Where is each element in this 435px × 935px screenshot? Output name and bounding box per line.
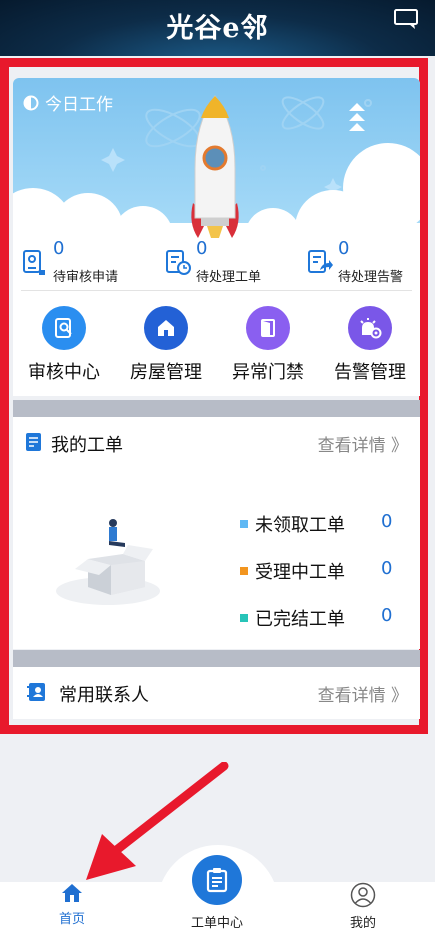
today-title-text: 今日工作 <box>45 95 113 115</box>
user-icon <box>350 882 376 908</box>
home-icon <box>62 884 82 902</box>
half-circle-icon <box>23 95 39 110</box>
today-stats: 0 待审核申请 0 待处理工单 0 待处理告警 <box>13 238 420 288</box>
nav-home[interactable]: 首页 <box>40 882 104 927</box>
my-orders-header: 我的工单 查看详情 》 <box>13 417 420 467</box>
house-icon <box>144 306 188 350</box>
section-separator <box>13 650 420 667</box>
abnormal-door-button[interactable]: 异常门禁 <box>217 303 319 384</box>
order-finished-row[interactable]: 已完结工单 0 <box>238 605 418 652</box>
stat-count: 0 <box>53 238 65 259</box>
stat-pending-order[interactable]: 0 待处理工单 <box>156 238 291 288</box>
workorder-center-button[interactable] <box>192 855 242 905</box>
alarm-gear-icon <box>348 306 392 350</box>
empty-box-illustration <box>56 519 160 605</box>
audit-center-label: 审核中心 <box>28 362 100 383</box>
door-icon <box>246 306 290 350</box>
clock-doc-icon <box>166 250 191 275</box>
contacts-title: 常用联系人 <box>59 685 149 706</box>
order-status-list: 未领取工单 0 受理中工单 0 已完结工单 0 <box>238 511 418 652</box>
alarm-manage-button[interactable]: 告警管理 <box>319 303 420 384</box>
audit-center-button[interactable]: 审核中心 <box>13 303 115 384</box>
order-status-label: 受理中工单 <box>255 562 345 583</box>
message-icon[interactable] <box>393 8 419 30</box>
divider <box>21 290 412 291</box>
rocket-up-icon <box>349 103 365 131</box>
order-status-count: 0 <box>381 605 393 626</box>
quick-actions: 审核中心 房屋管理 异常门禁 告警管理 <box>13 303 420 383</box>
order-status-count: 0 <box>381 511 393 532</box>
section-separator <box>13 400 420 417</box>
app-header: 光谷e邻 <box>0 0 435 56</box>
search-doc-icon <box>42 306 86 350</box>
stat-pending-audit[interactable]: 0 待审核申请 <box>13 238 148 288</box>
nav-home-label: 首页 <box>58 912 85 927</box>
today-title: 今日工作 <box>23 90 113 115</box>
order-status-count: 0 <box>381 558 393 579</box>
house-manage-label: 房屋管理 <box>130 362 202 383</box>
audit-doc-icon <box>23 250 45 275</box>
stat-label: 待处理告警 <box>338 270 404 285</box>
abnormal-door-label: 异常门禁 <box>232 362 304 383</box>
app-title: 光谷e邻 <box>166 13 269 44</box>
stat-count: 0 <box>338 238 350 259</box>
house-manage-button[interactable]: 房屋管理 <box>115 303 217 384</box>
nav-mine[interactable]: 我的 <box>331 882 395 931</box>
order-unclaimed-row[interactable]: 未领取工单 0 <box>238 511 418 558</box>
stat-label: 待审核申请 <box>53 270 119 285</box>
nav-mine-label: 我的 <box>349 916 376 931</box>
status-dot <box>240 520 248 528</box>
my-orders-more-link[interactable]: 查看详情 》 <box>318 431 408 456</box>
stat-count: 0 <box>196 238 208 259</box>
share-doc-icon <box>308 250 333 273</box>
stat-label: 待处理工单 <box>196 270 262 285</box>
order-status-label: 未领取工单 <box>255 515 345 536</box>
nav-workorder-label[interactable]: 工单中心 <box>177 912 257 931</box>
alarm-manage-label: 告警管理 <box>334 362 406 383</box>
status-dot <box>240 614 248 622</box>
today-work-card: 今日工作 0 待审核申请 0 待处理工单 0 待处理告警 审核中心 房屋管理 异… <box>13 78 420 396</box>
order-status-label: 已完结工单 <box>255 609 345 630</box>
clipboard-icon <box>206 868 228 893</box>
contacts-card: 常用联系人 查看详情 》 <box>13 667 420 719</box>
order-doc-icon <box>26 433 41 451</box>
my-orders-card: 我的工单 查看详情 》 未领取工单 0 受理中工单 0 已完结工单 0 <box>13 417 420 649</box>
stat-pending-alarm[interactable]: 0 待处理告警 <box>298 238 420 288</box>
contacts-more-link[interactable]: 查看详情 》 <box>318 681 408 706</box>
contact-book-icon <box>27 683 45 701</box>
my-orders-title: 我的工单 <box>51 435 123 456</box>
status-dot <box>240 567 248 575</box>
order-processing-row[interactable]: 受理中工单 0 <box>238 558 418 605</box>
